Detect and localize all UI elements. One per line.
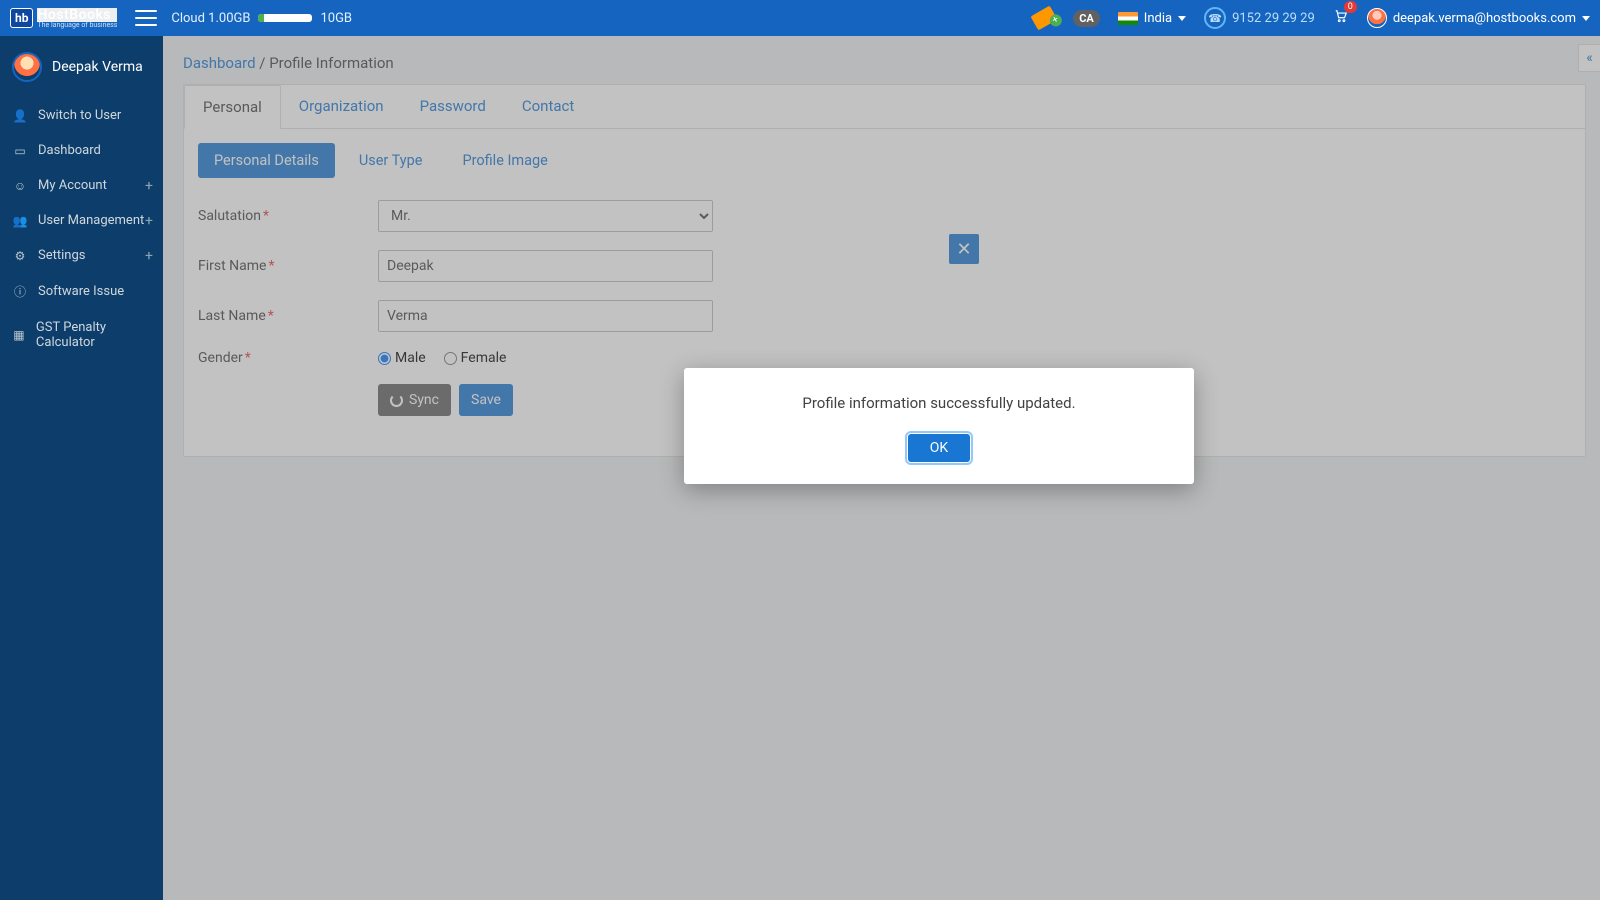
logo-tagline: The language of business [37,22,117,29]
headset-icon: ☎ [1204,7,1226,29]
modal-ok-button[interactable]: OK [908,434,970,462]
sidebar-user-name: Deepak Verma [52,59,143,75]
sidebar-item-icon: 👤 [12,109,28,123]
expand-icon: + [145,178,153,194]
sidebar-item-settings[interactable]: ⚙ Settings + [0,238,163,273]
avatar-icon [1367,8,1387,28]
sidebar-item-label: Dashboard [38,143,101,158]
main-content: Dashboard / Profile Information Personal… [163,36,1600,900]
user-email-label: deepak.verma@hostbooks.com [1393,11,1576,26]
cloud-used-label: Cloud 1.00GB [171,11,250,26]
ca-badge[interactable]: CA [1073,10,1100,27]
country-label: India [1144,11,1172,26]
sidebar-item-label: My Account [38,178,107,193]
sidebar-item-software-issue[interactable]: ⓘ Software Issue [0,273,163,310]
hamburger-icon[interactable] [135,10,157,26]
expand-icon: + [145,248,153,264]
sidebar: Deepak Verma 👤 Switch to User ▭ Dashboard ☺ M… [0,36,163,900]
sidebar-item-label: Software Issue [38,284,124,299]
sidebar-item-label: User Management [38,213,144,228]
support-phone-number: 9152 29 29 29 [1232,11,1315,26]
sidebar-item-my-account[interactable]: ☺ My Account + [0,168,163,203]
india-flag-icon [1118,12,1138,25]
sidebar-item-label: Switch to User [38,108,121,123]
cloud-usage: Cloud 1.00GB 10GB [171,11,352,26]
logo-text: HostBooks [37,8,117,22]
sidebar-item-switch-to-user[interactable]: 👤 Switch to User [0,98,163,133]
user-menu[interactable]: deepak.verma@hostbooks.com [1367,8,1590,28]
sidebar-item-icon: ▦ [12,328,26,342]
logo-hb-badge: hb [10,8,33,28]
sidebar-profile[interactable]: Deepak Verma [0,36,163,98]
cloud-total-label: 10GB [320,11,352,26]
sidebar-item-icon: ▭ [12,144,28,158]
top-header: hb HostBooks The language of business Cl… [0,0,1600,36]
country-selector[interactable]: India [1118,11,1186,26]
sidebar-item-user-management[interactable]: 👥 User Management+ [0,203,163,238]
sidebar-item-icon: 👥 [12,214,28,228]
sidebar-item-icon: ⚙ [12,249,28,263]
sidebar-item-label: Settings [38,248,85,263]
success-modal: Profile information successfully updated… [684,368,1194,484]
cart-count-badge: 0 [1344,1,1357,13]
sidebar-item-gst-penalty-calculator[interactable]: ▦ GST Penalty Calculator [0,310,163,360]
cart-icon[interactable]: 0 [1333,9,1349,27]
sidebar-item-label: GST Penalty Calculator [36,320,151,350]
sidebar-item-dashboard[interactable]: ▭ Dashboard [0,133,163,168]
ticket-icon[interactable] [1033,7,1055,29]
cloud-usage-bar [258,14,312,22]
chevron-down-icon [1582,16,1590,21]
modal-message: Profile information successfully updated… [704,394,1174,412]
expand-icon: + [145,213,153,229]
support-phone[interactable]: ☎ 9152 29 29 29 [1204,7,1315,29]
sidebar-item-icon: ☺ [12,179,28,193]
sidebar-item-icon: ⓘ [12,283,28,300]
avatar-icon [12,52,42,82]
brand-logo[interactable]: hb HostBooks The language of business [10,8,117,29]
chevron-down-icon [1178,16,1186,21]
